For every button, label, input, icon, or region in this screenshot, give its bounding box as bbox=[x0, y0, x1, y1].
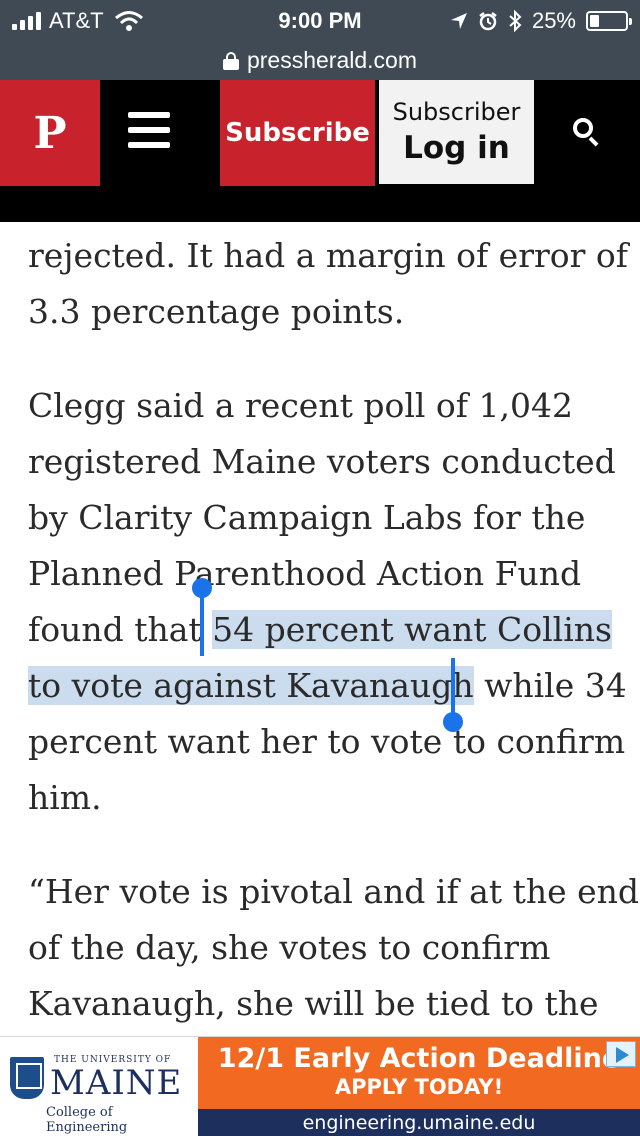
shield-icon bbox=[10, 1057, 44, 1099]
article-line: percent want her to vote to confirm bbox=[28, 722, 626, 761]
selection-start-bar bbox=[200, 590, 204, 656]
article-line: Kavanaugh, she will be tied to the bbox=[28, 984, 599, 1023]
ad-maine-label: MAINE bbox=[50, 1063, 183, 1103]
subscriber-login-button[interactable]: Subscriber Log in bbox=[379, 80, 534, 184]
ad-headline: 12/1 Early Action Deadline bbox=[217, 1043, 621, 1074]
login-line1: Subscriber bbox=[392, 98, 521, 126]
selection-end-bar bbox=[451, 658, 455, 714]
subscribe-button[interactable]: Subscribe bbox=[220, 80, 375, 186]
alarm-icon bbox=[479, 12, 497, 31]
article-body: rejected. It had a margin of error of 3.… bbox=[0, 222, 640, 1036]
selected-text[interactable]: 54 percent want Collins bbox=[212, 610, 612, 649]
bluetooth-icon bbox=[509, 10, 522, 32]
article-line: registered Maine voters conducted bbox=[28, 442, 616, 481]
location-icon bbox=[450, 13, 467, 29]
article-line: 3.3 percentage points. bbox=[28, 292, 405, 331]
selection-end-handle[interactable] bbox=[443, 712, 463, 732]
logo-glyph: P bbox=[33, 107, 67, 159]
ad-headline-panel[interactable]: 12/1 Early Action Deadline APPLY TODAY! bbox=[198, 1037, 640, 1109]
site-header: P Subscribe Subscriber Log in bbox=[0, 80, 640, 222]
umaine-logo: THE UNIVERSITY OF MAINE College of Engin… bbox=[6, 1043, 194, 1135]
selected-text[interactable]: to vote against Kavanaugh bbox=[28, 666, 474, 705]
battery-percent: 25% bbox=[531, 8, 576, 33]
article-line: to vote against Kavanaugh while 34 bbox=[28, 658, 627, 714]
adchoices-icon[interactable] bbox=[606, 1041, 636, 1067]
battery-icon bbox=[586, 11, 632, 31]
subscribe-label: Subscribe bbox=[225, 118, 370, 148]
article-line: by Clarity Campaign Labs for the bbox=[28, 498, 586, 537]
ad-banner[interactable]: THE UNIVERSITY OF MAINE College of Engin… bbox=[0, 1036, 640, 1136]
ad-url[interactable]: engineering.umaine.edu bbox=[198, 1109, 640, 1136]
article-line: Clegg said a recent poll of 1,042 bbox=[28, 386, 573, 425]
login-line2: Log in bbox=[403, 130, 510, 166]
text-before-selection: found that bbox=[28, 610, 213, 649]
ad-college-label: College of Engineering bbox=[46, 1105, 128, 1135]
lock-icon bbox=[222, 52, 239, 70]
article-line: him. bbox=[28, 778, 102, 817]
url-text: pressherald.com bbox=[246, 46, 418, 73]
article-line: of the day, she votes to confirm bbox=[28, 928, 551, 967]
article-line: found that 54 percent want Collins bbox=[28, 602, 612, 658]
status-right: 25% bbox=[450, 8, 632, 34]
battery-fill bbox=[590, 15, 599, 27]
article-line: Planned Parenthood Action Fund bbox=[28, 554, 582, 593]
text-after-selection: while 34 bbox=[473, 666, 627, 705]
ad-cta: APPLY TODAY! bbox=[334, 1075, 504, 1099]
hamburger-menu-icon[interactable] bbox=[128, 112, 170, 154]
status-bar: AT&T 9:00 PM 25% bbox=[0, 0, 640, 40]
address-bar[interactable]: pressherald.com bbox=[0, 40, 640, 80]
article-line: rejected. It had a margin of error of bbox=[28, 236, 628, 275]
article-line: “Her vote is pivotal and if at the end bbox=[28, 872, 640, 911]
search-icon[interactable] bbox=[573, 118, 603, 148]
site-logo[interactable]: P bbox=[0, 80, 100, 186]
